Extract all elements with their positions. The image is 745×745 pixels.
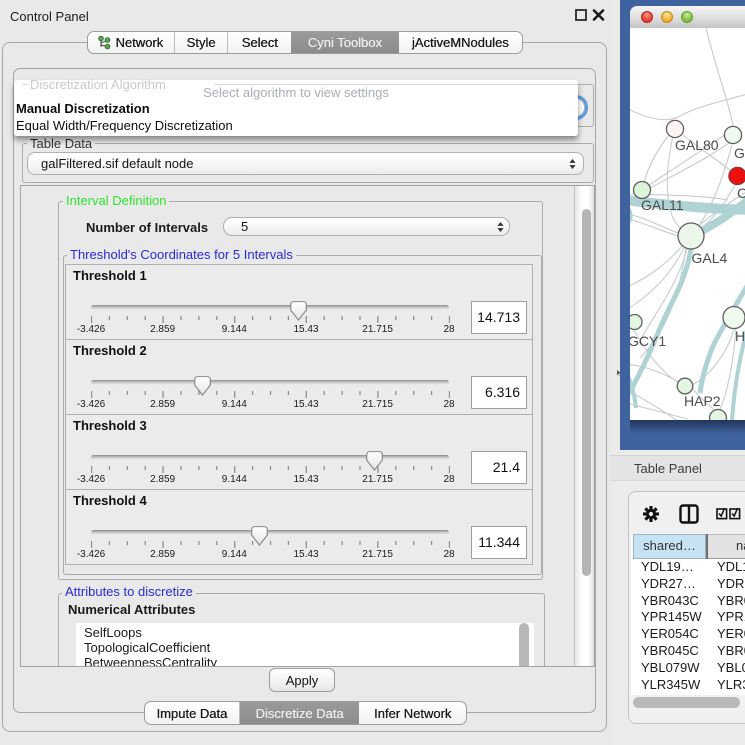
svg-text:GCY1: GCY1 [630,333,666,349]
svg-text:C: C [737,185,745,201]
svg-text:GAL11: GAL11 [641,197,684,213]
svg-text:GAL80: GAL80 [675,137,719,153]
svg-text:H: H [735,328,745,344]
svg-text:GAL4: GAL4 [692,250,728,266]
svg-text:GAL: GAL [734,145,745,161]
svg-text:HAP2: HAP2 [684,393,721,409]
